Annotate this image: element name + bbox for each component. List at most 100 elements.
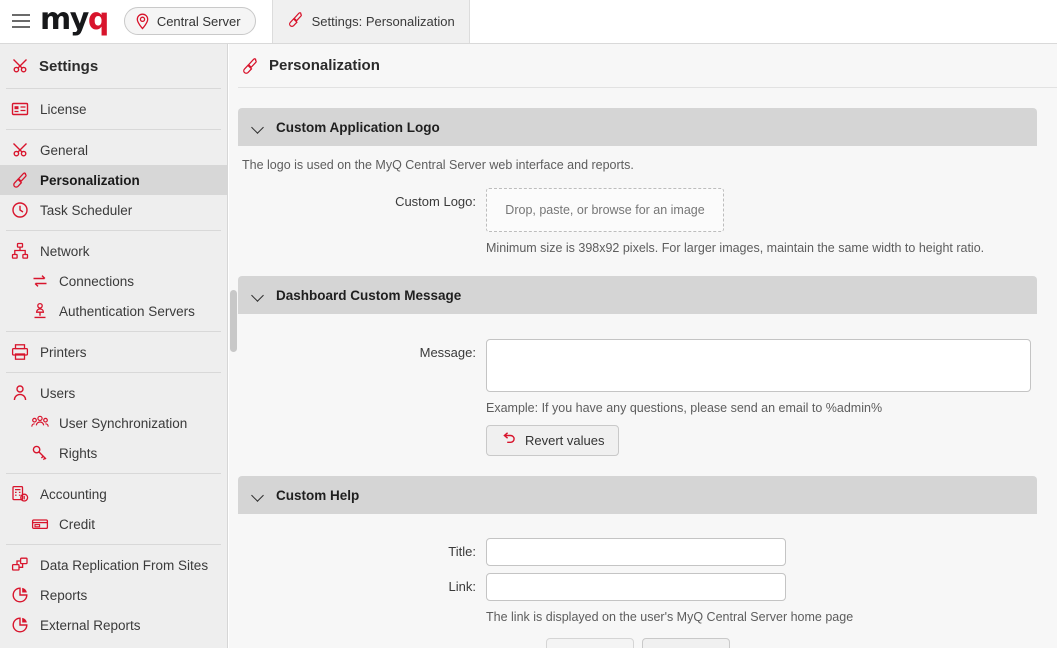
sidebar: Settings License General Personalization Ta… xyxy=(0,44,228,648)
section-title: Dashboard Custom Message xyxy=(276,287,462,303)
tab-label: Settings: Personalization xyxy=(311,13,455,29)
sidebar-group: Network Connections Authentication Servers xyxy=(0,231,227,331)
section-custom-application-logo: Custom Application Logo The logo is used… xyxy=(238,108,1037,261)
sidebar-item-label: Authentication Servers xyxy=(59,303,195,319)
sidebar-title: Settings xyxy=(0,44,227,88)
section-header-custom-application-logo[interactable]: Custom Application Logo xyxy=(238,108,1037,146)
message-label: Message: xyxy=(419,345,476,360)
pie-chart-icon xyxy=(10,586,29,605)
logo-text-accent: q xyxy=(87,1,109,37)
sidebar-group: General Personalization Task Scheduler xyxy=(0,130,227,230)
server-pill-label: Central Server xyxy=(156,13,241,29)
revert-arrow-icon xyxy=(501,431,517,450)
tab-settings-personalization[interactable]: Settings: Personalization xyxy=(271,0,470,43)
sidebar-scrollbar-thumb[interactable] xyxy=(230,290,237,352)
sidebar-item-label: Users xyxy=(40,385,76,401)
sidebar-item-reports[interactable]: Reports xyxy=(0,580,227,610)
custom-logo-label: Custom Logo: xyxy=(395,194,476,209)
main-content: Personalization Custom Application Logo … xyxy=(238,44,1057,648)
chevron-down-icon xyxy=(252,121,265,134)
paintbrush-icon xyxy=(10,171,29,190)
sidebar-item-label: Accounting xyxy=(40,486,107,502)
myq-logo: my q xyxy=(40,1,109,38)
paintbrush-icon xyxy=(287,11,304,31)
logo-description: The logo is used on the MyQ Central Serv… xyxy=(242,158,634,172)
sidebar-item-rights[interactable]: Rights xyxy=(0,438,227,468)
save-button[interactable]: Save xyxy=(545,638,634,648)
revert-values-label: Revert values xyxy=(525,433,605,448)
sidebar-item-label: External Reports xyxy=(40,617,141,633)
key-icon xyxy=(30,444,49,463)
section-header-custom-help[interactable]: Custom Help xyxy=(238,476,1037,514)
help-link-label: Link: xyxy=(448,579,476,594)
help-title-input[interactable] xyxy=(486,538,786,566)
paintbrush-icon xyxy=(240,56,259,75)
sidebar-item-label: General xyxy=(40,142,89,158)
page-title: Personalization xyxy=(269,57,380,74)
sidebar-item-label: Connections xyxy=(59,273,135,289)
help-title-label: Title: xyxy=(448,544,476,559)
help-link-note: The link is displayed on the user's MyQ … xyxy=(486,610,854,624)
sidebar-item-label: Task Scheduler xyxy=(40,202,133,218)
tools-icon xyxy=(10,141,29,160)
exchange-arrows-icon xyxy=(30,272,49,291)
revert-values-button[interactable]: Revert values xyxy=(486,425,620,456)
dropzone-text: Drop, paste, or browse for an image xyxy=(505,203,705,217)
auth-server-icon xyxy=(30,302,49,321)
sidebar-item-label: Printers xyxy=(40,344,87,360)
logo-dropzone[interactable]: Drop, paste, or browse for an image xyxy=(486,188,724,232)
sidebar-item-user-synchronization[interactable]: User Synchronization xyxy=(0,408,227,438)
sidebar-item-credit[interactable]: Credit xyxy=(0,509,227,539)
pie-chart-icon xyxy=(10,616,29,635)
sidebar-group: Data Replication From Sites Reports Extern… xyxy=(0,545,227,645)
logo-size-note: Minimum size is 398x92 pixels. For large… xyxy=(486,241,985,255)
sidebar-item-label: License xyxy=(40,101,87,117)
sidebar-item-connections[interactable]: Connections xyxy=(0,266,227,296)
chevron-down-icon xyxy=(252,489,265,502)
page-header: Personalization xyxy=(238,44,1057,88)
section-title: Custom Application Logo xyxy=(276,119,440,135)
sidebar-group: Printers xyxy=(0,332,227,372)
sidebar-item-data-replication-from-sites[interactable]: Data Replication From Sites xyxy=(0,550,227,580)
sidebar-item-license[interactable]: License xyxy=(0,94,227,124)
sidebar-title-label: Settings xyxy=(39,57,99,75)
server-selector-pill[interactable]: Central Server xyxy=(123,7,256,35)
section-dashboard-custom-message: Dashboard Custom Message Message: Exampl… xyxy=(238,276,1037,462)
sidebar-item-label: Network xyxy=(40,243,90,259)
tools-icon xyxy=(10,57,29,76)
section-custom-help: Custom Help Title: Link: The link is dis… xyxy=(238,476,1037,648)
sidebar-item-accounting[interactable]: Accounting xyxy=(0,479,227,509)
user-icon xyxy=(10,384,29,403)
sidebar-item-external-reports[interactable]: External Reports xyxy=(0,610,227,640)
sidebar-item-label: Personalization xyxy=(40,172,140,188)
sidebar-group: License xyxy=(0,89,227,129)
printer-icon xyxy=(10,343,29,362)
section-header-dashboard-custom-message[interactable]: Dashboard Custom Message xyxy=(238,276,1037,314)
sidebar-item-task-scheduler[interactable]: Task Scheduler xyxy=(0,195,227,225)
credit-icon xyxy=(30,515,49,534)
sidebar-item-personalization[interactable]: Personalization xyxy=(0,165,227,195)
help-link-input[interactable] xyxy=(486,573,786,601)
chevron-down-icon xyxy=(252,289,265,302)
top-bar: my q Central Server Settings: Personaliza… xyxy=(0,0,1057,44)
clock-icon xyxy=(10,201,29,220)
sidebar-item-general[interactable]: General xyxy=(0,135,227,165)
hamburger-icon[interactable] xyxy=(6,0,36,43)
license-card-icon xyxy=(10,100,29,119)
sidebar-item-label: Reports xyxy=(40,587,88,603)
sidebar-item-authentication-servers[interactable]: Authentication Servers xyxy=(0,296,227,326)
sidebar-item-users[interactable]: Users xyxy=(0,378,227,408)
sidebar-item-label: User Synchronization xyxy=(59,415,188,431)
sidebar-item-network[interactable]: Network xyxy=(0,236,227,266)
sidebar-item-printers[interactable]: Printers xyxy=(0,337,227,367)
accounting-icon xyxy=(10,485,29,504)
logo-text-primary: my xyxy=(40,1,89,37)
sidebar-item-label: Credit xyxy=(59,516,96,532)
cancel-button[interactable]: Cancel xyxy=(641,638,730,648)
message-input[interactable] xyxy=(486,339,1031,392)
location-pin-icon xyxy=(135,13,150,30)
sidebar-group: Users User Synchronization Rights xyxy=(0,373,227,473)
message-example: Example: If you have any questions, plea… xyxy=(486,401,883,415)
replication-icon xyxy=(10,556,29,575)
sidebar-group: Accounting Credit xyxy=(0,474,227,544)
